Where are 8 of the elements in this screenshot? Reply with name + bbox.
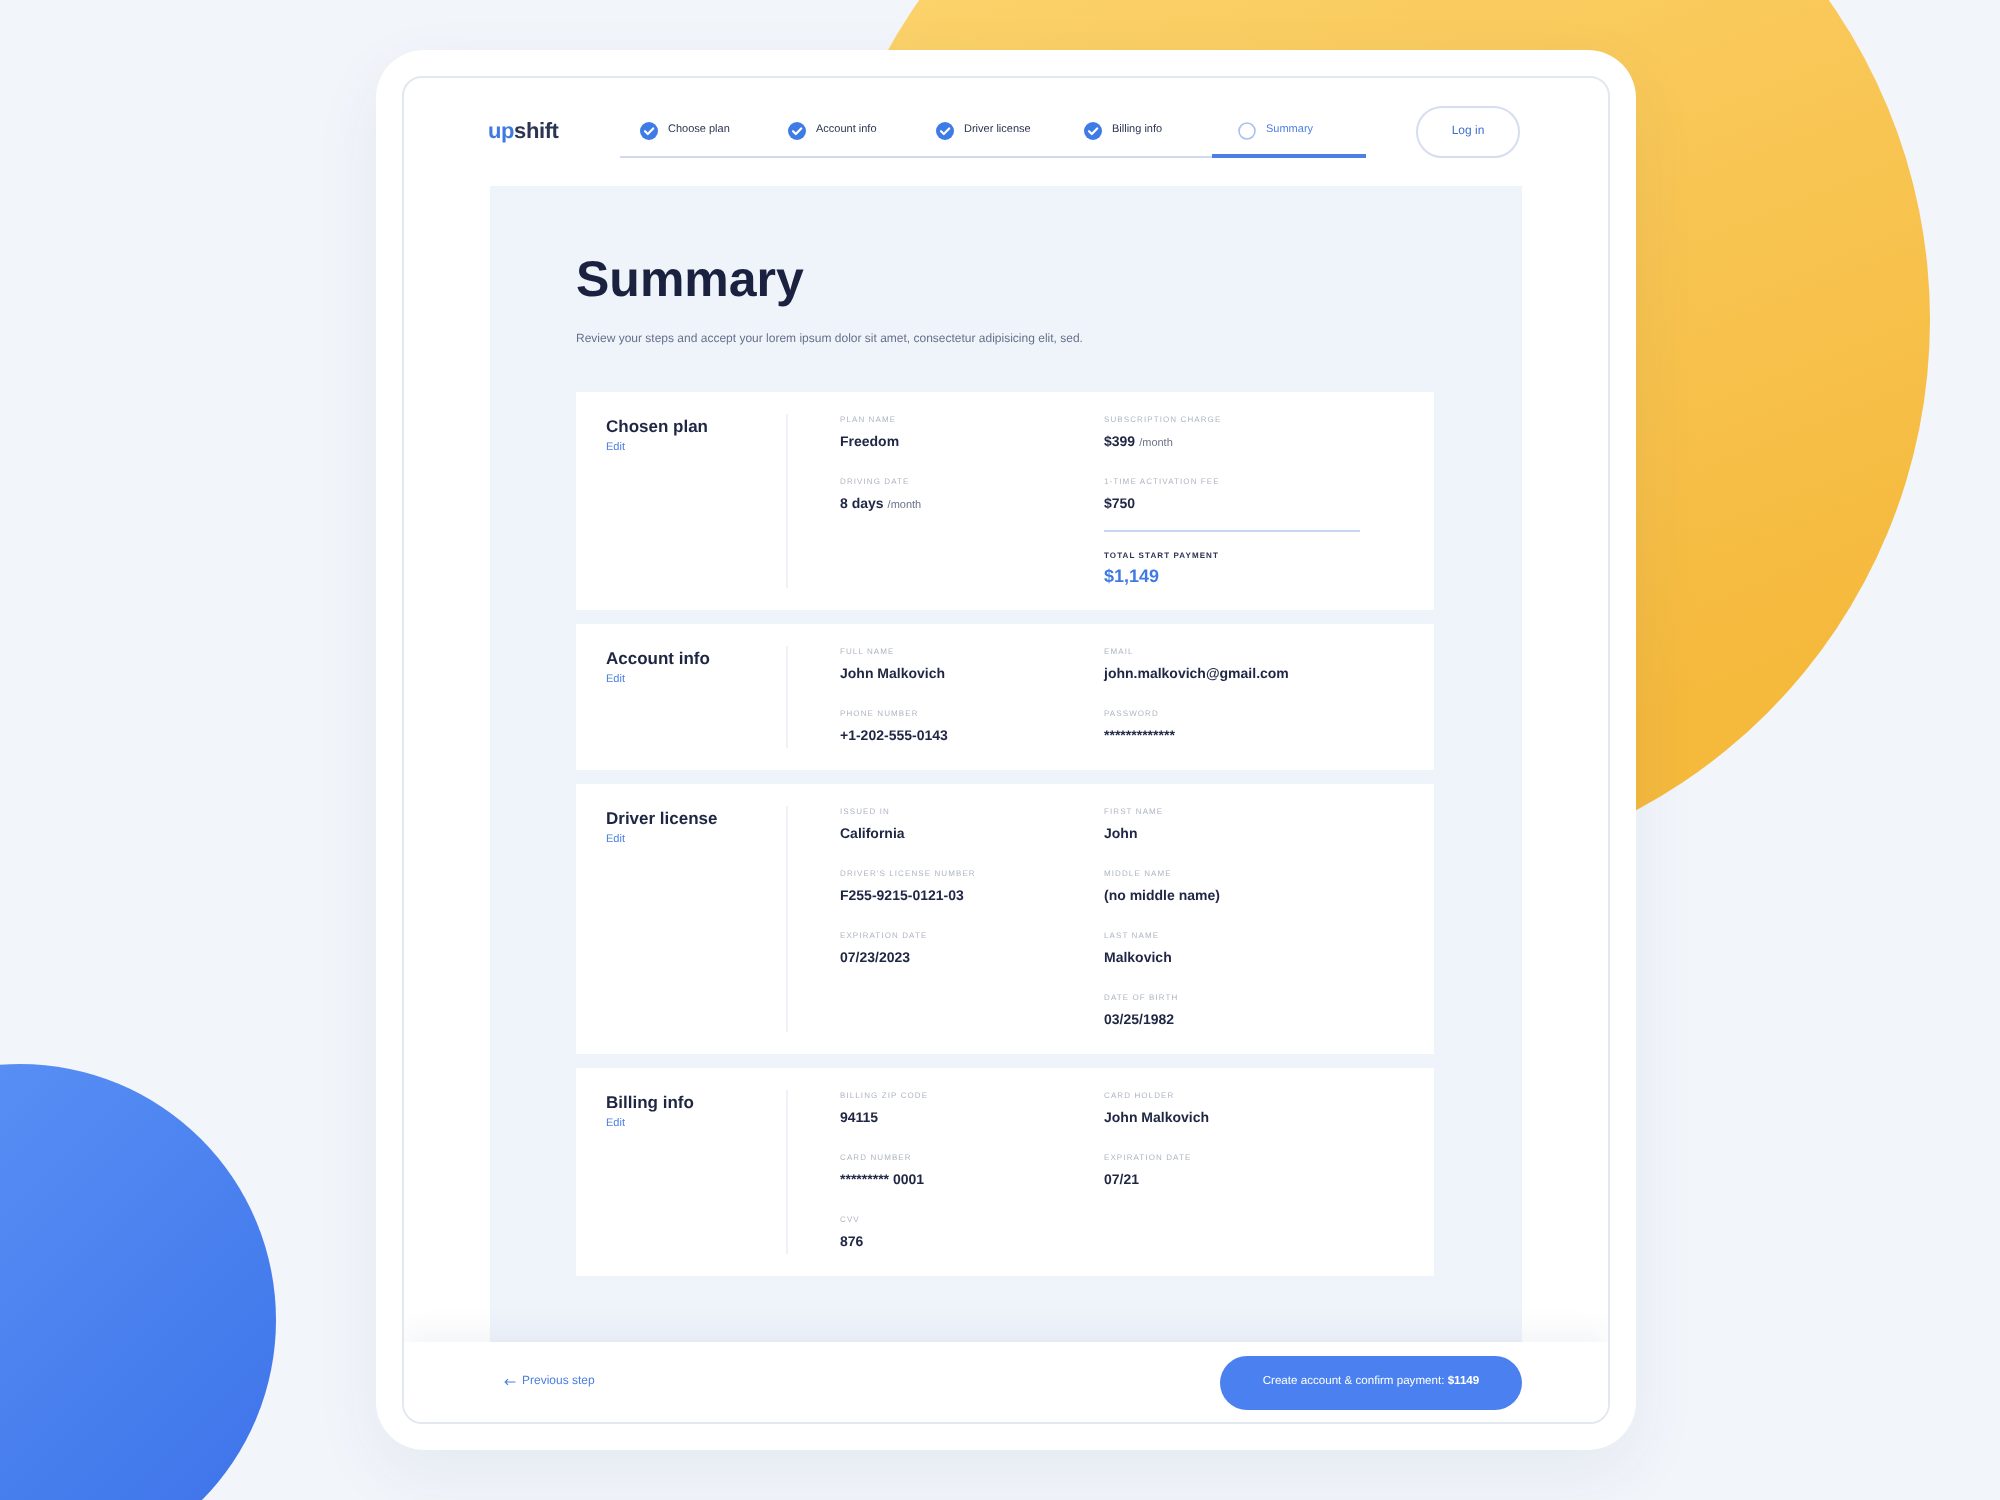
total-value: $1,149 <box>1104 566 1160 588</box>
page-title: Summary <box>576 250 804 310</box>
logo: upshift <box>488 120 560 144</box>
arrow-left-icon <box>504 1378 516 1386</box>
section-title: Driver license <box>606 806 718 830</box>
section-title: Account info <box>606 646 710 670</box>
section-title: Chosen plan <box>606 414 709 438</box>
section-title: Billing info <box>606 1090 694 1114</box>
